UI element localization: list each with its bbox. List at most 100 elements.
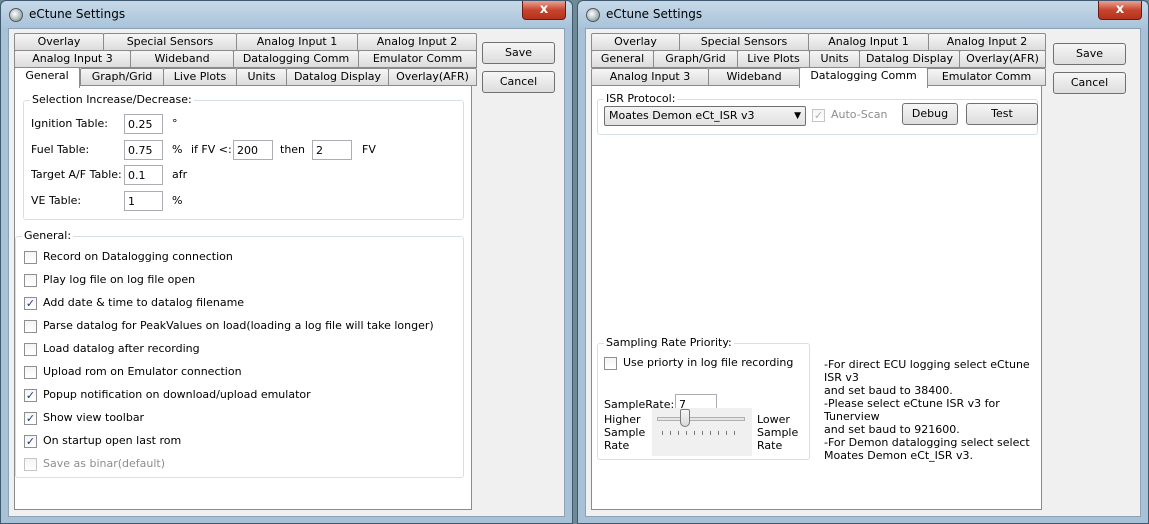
comm-help-text: -For direct ECU logging select eCtune IS… [824,358,1030,462]
debug-button[interactable]: Debug [902,103,958,125]
fuel-fv-unit: FV [362,143,376,156]
isr-protocol-selected: Moates Demon eCt_ISR v3 [609,109,755,122]
target-afr-label: Target A/F Table: [31,168,122,181]
settings-window-right: eCtune Settings x Overlay Special Sensor… [577,0,1149,524]
option-label: Show view toolbar [43,411,145,424]
tab-units[interactable]: Units [809,50,860,68]
tab-analog-input-3[interactable]: Analog Input 3 [591,68,709,86]
window-title: eCtune Settings [606,7,703,21]
ignition-table-label: Ignition Table: [31,117,108,130]
general-tab-panel: Selection Increase/Decrease: Ignition Ta… [14,85,472,510]
tab-live-plots[interactable]: Live Plots [737,50,810,68]
tab-wideband[interactable]: Wideband [130,50,234,68]
close-button[interactable]: x [1098,1,1142,20]
isr-protocol-select[interactable]: Moates Demon eCt_ISR v3 ▼ [604,106,806,126]
tab-analog-input-1[interactable]: Analog Input 1 [808,33,929,51]
close-button[interactable]: x [522,1,566,20]
option-checkbox[interactable]: ✓ [24,412,37,425]
save-button[interactable]: Save [482,42,555,64]
selection-groupbox: Selection Increase/Decrease: Ignition Ta… [23,93,464,220]
cancel-button[interactable]: Cancel [1053,72,1126,94]
tab-datalogging-comm[interactable]: Datalogging Comm [799,67,928,88]
tab-special-sensors[interactable]: Special Sensors [679,33,809,51]
option-checkbox[interactable] [24,458,37,471]
tab-emulator-comm[interactable]: Emulator Comm [358,50,477,68]
tab-analog-input-2[interactable]: Analog Input 2 [357,33,477,51]
option-checkbox[interactable]: ✓ [24,389,37,402]
ve-unit: % [172,194,183,207]
use-priority-checkbox[interactable] [604,357,617,370]
title-bar[interactable]: eCtune Settings x [1,1,572,28]
fuel-table-input[interactable] [124,140,163,160]
sampling-rate-groupbox: Sampling Rate Priority: Use priorty in l… [597,336,810,460]
autoscan-label: Auto-Scan [831,108,888,121]
datalogging-comm-panel: ISR Protocol: Moates Demon eCt_ISR v3 ▼ … [591,85,1042,510]
option-checkbox[interactable] [24,320,37,333]
option-checkbox[interactable] [24,343,37,356]
option-label: Popup notification on download/upload em… [43,388,311,401]
fuel-then-label: then [280,143,306,156]
fuel-then-input[interactable] [312,140,352,160]
tab-graph-grid[interactable]: Graph/Grid [80,68,164,86]
general-groupbox: General: Record on Datalogging connectio… [15,229,464,478]
samplerate-slider[interactable] [652,408,752,456]
title-bar[interactable]: eCtune Settings x [578,1,1148,28]
slider-ticks [662,431,742,435]
ve-table-input[interactable] [124,191,163,211]
option-label: Record on Datalogging connection [43,250,233,263]
tab-live-plots[interactable]: Live Plots [163,68,237,86]
slider-track [657,417,745,421]
option-checkbox[interactable] [24,366,37,379]
isr-protocol-groupbox: ISR Protocol: Moates Demon eCt_ISR v3 ▼ … [597,92,1038,135]
slider-thumb[interactable] [680,409,691,427]
settings-window-left: eCtune Settings x Overlay Special Sensor… [0,0,573,524]
tab-overlay[interactable]: Overlay [591,33,680,51]
fuel-unit: % [172,143,183,156]
option-checkbox[interactable] [24,274,37,287]
tab-emulator-comm[interactable]: Emulator Comm [927,68,1046,86]
option-label: On startup open last rom [43,434,182,447]
fuel-if-label: if FV <: [191,143,232,156]
app-gear-icon [9,8,23,22]
save-button[interactable]: Save [1053,43,1126,65]
ignition-table-input[interactable] [124,114,163,134]
option-label: Upload rom on Emulator connection [43,365,242,378]
fuel-table-label: Fuel Table: [31,143,90,156]
autoscan-checkbox[interactable]: ✓ [812,109,825,122]
test-button[interactable]: Test [966,103,1038,125]
tab-analog-input-2[interactable]: Analog Input 2 [928,33,1046,51]
sampling-rate-title: Sampling Rate Priority: [604,336,734,349]
chevron-down-icon: ▼ [794,111,801,121]
isr-protocol-title: ISR Protocol: [604,92,678,105]
fuel-if-input[interactable] [233,140,273,160]
tab-graph-grid[interactable]: Graph/Grid [653,50,738,68]
use-priority-label: Use priorty in log file recording [623,356,794,369]
tab-general[interactable]: General [591,50,654,68]
tab-units[interactable]: Units [236,68,287,86]
option-checkbox[interactable]: ✓ [24,297,37,310]
tab-datalog-display[interactable]: Datalog Display [286,68,389,86]
window-title: eCtune Settings [29,7,126,21]
tab-overlay-afr[interactable]: Overlay(AFR) [388,68,477,86]
option-checkbox[interactable] [24,251,37,264]
tab-wideband[interactable]: Wideband [708,68,800,86]
tab-overlay[interactable]: Overlay [14,33,104,51]
tab-analog-input-3[interactable]: Analog Input 3 [14,50,131,68]
tab-special-sensors[interactable]: Special Sensors [103,33,237,51]
cancel-button[interactable]: Cancel [482,71,555,93]
higher-sample-rate-label: Higher Sample Rate [604,413,646,452]
option-checkbox[interactable]: ✓ [24,435,37,448]
tab-general[interactable]: General [14,67,80,88]
tab-overlay-afr[interactable]: Overlay(AFR) [959,50,1046,68]
app-gear-icon [586,8,600,22]
ve-table-label: VE Table: [31,194,82,207]
tab-datalog-display[interactable]: Datalog Display [859,50,960,68]
option-label: Add date & time to datalog filename [43,296,245,309]
tab-analog-input-1[interactable]: Analog Input 1 [236,33,358,51]
option-label: Load datalog after recording [43,342,200,355]
window-client: Overlay Special Sensors Analog Input 1 A… [8,28,565,517]
target-afr-input[interactable] [124,165,163,185]
tab-datalogging-comm[interactable]: Datalogging Comm [233,50,359,68]
option-label: Parse datalog for PeakValues on load(loa… [43,319,434,332]
selection-group-title: Selection Increase/Decrease: [30,93,194,106]
